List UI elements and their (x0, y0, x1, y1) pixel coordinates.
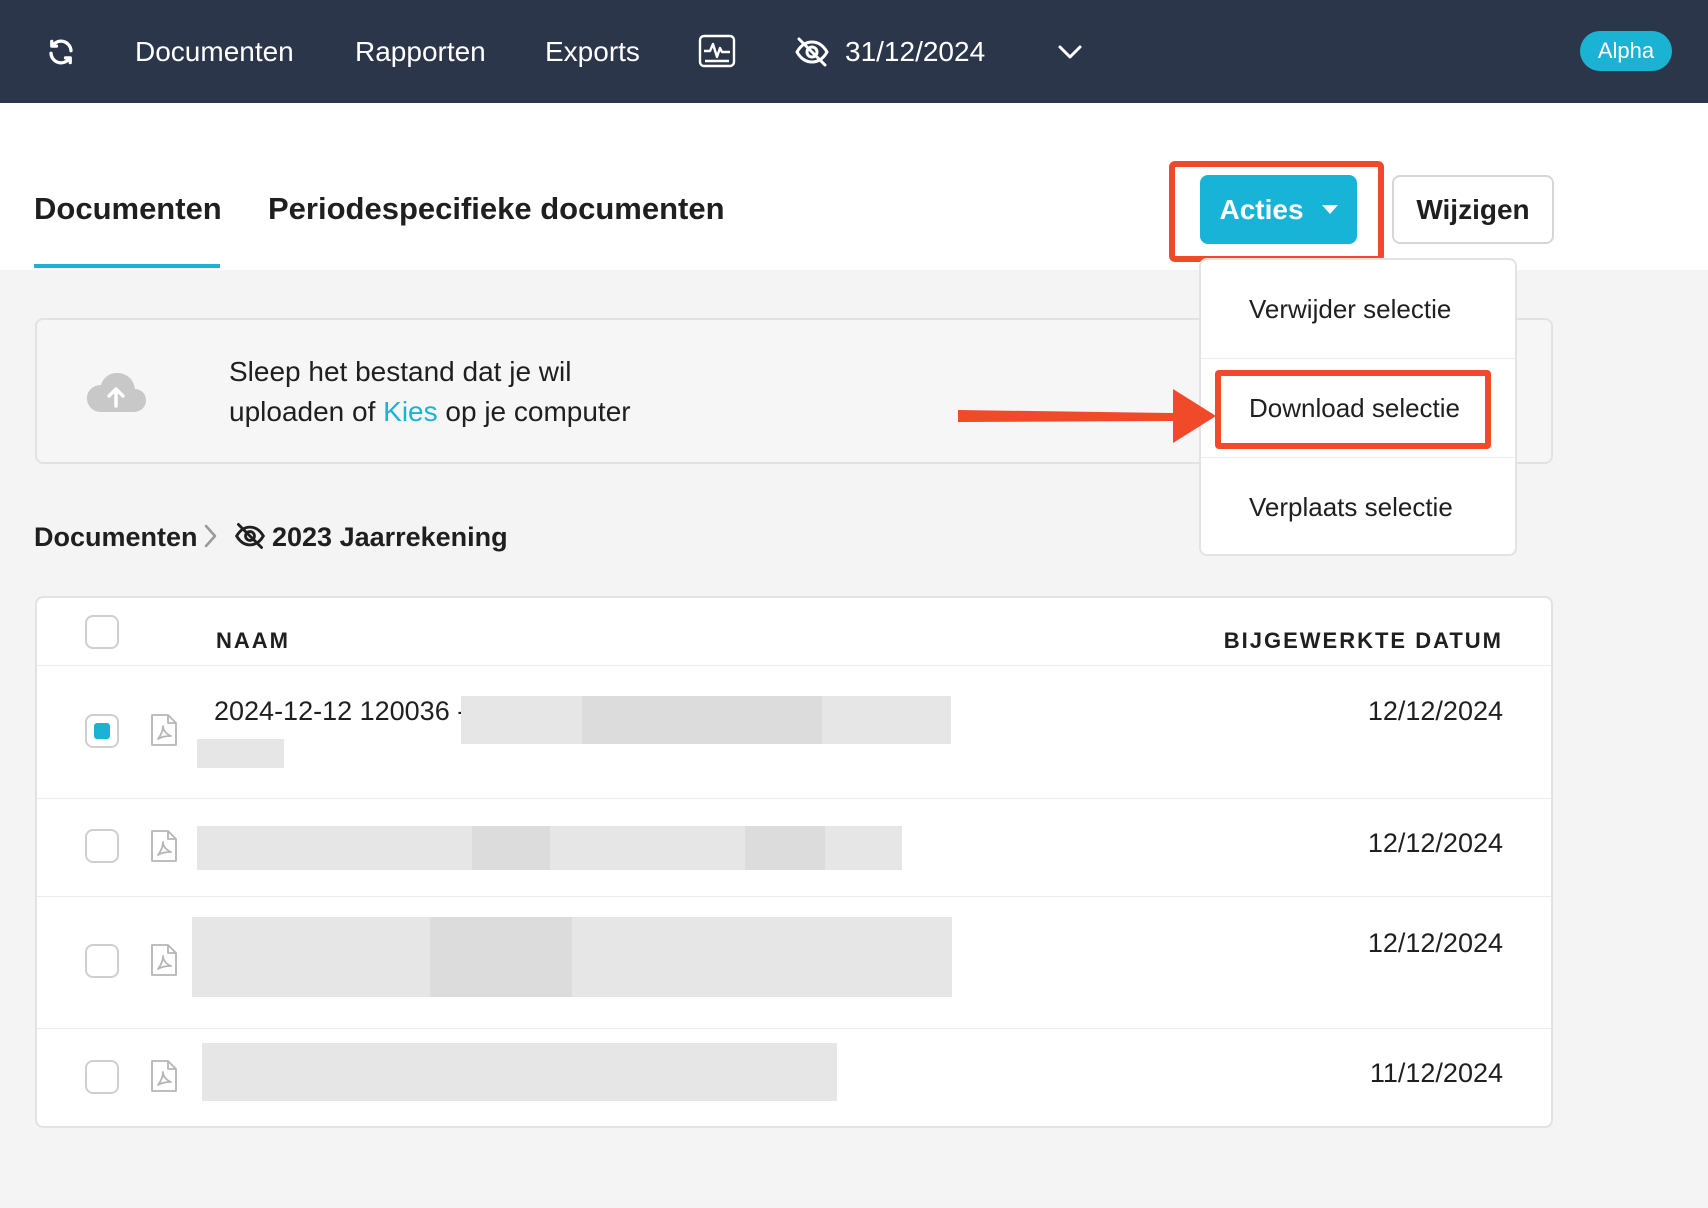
environment-badge: Alpha (1580, 31, 1672, 71)
row-divider (37, 798, 1551, 799)
upload-line-2: uploaden of Kies op je computer (229, 392, 631, 432)
upload-line-2-pre: uploaden of (229, 396, 376, 427)
row-checkbox[interactable] (85, 944, 119, 978)
nav-link-exports[interactable]: Exports (545, 0, 640, 103)
redacted-text (745, 826, 825, 870)
pdf-file-icon (150, 1059, 178, 1098)
breadcrumb-current-folder[interactable]: 2023 Jaarrekening (272, 519, 508, 555)
redacted-text (202, 1043, 837, 1101)
chevron-right-icon (203, 522, 219, 555)
pdf-file-icon (150, 713, 178, 752)
refresh-icon[interactable] (46, 0, 76, 103)
menu-divider (1201, 457, 1515, 458)
eye-slash-icon (234, 522, 266, 555)
column-header-bijgewerkte-datum[interactable]: BIJGEWERKTE DATUM (1224, 628, 1503, 654)
eye-slash-icon (794, 0, 830, 103)
row-name[interactable]: 2024-12-12 120036 - (214, 696, 466, 727)
row-date: 12/12/2024 (1367, 696, 1503, 726)
redacted-text (430, 917, 572, 997)
activity-monitor-icon[interactable] (698, 0, 736, 103)
redacted-text (192, 917, 952, 997)
row-divider (37, 665, 1551, 666)
row-checkbox[interactable] (85, 1060, 119, 1094)
pdf-file-icon (150, 943, 178, 982)
active-tab-indicator (34, 264, 220, 268)
documents-table: NAAM BIJGEWERKTE DATUM 2024-12-12 120036… (35, 596, 1553, 1128)
kies-link[interactable]: Kies (383, 396, 437, 427)
cloud-upload-icon (85, 370, 147, 419)
tab-periodespecifieke-documenten[interactable]: Periodespecifieke documenten (268, 191, 725, 227)
nav-link-documenten[interactable]: Documenten (135, 0, 294, 103)
row-divider (37, 896, 1551, 897)
pdf-file-icon (150, 829, 178, 868)
redacted-text (197, 739, 284, 768)
upload-line-2-post: op je computer (445, 396, 631, 427)
nav-link-rapporten[interactable]: Rapporten (355, 0, 486, 103)
column-header-naam[interactable]: NAAM (216, 628, 290, 654)
date-selector-value[interactable]: 31/12/2024 (845, 0, 985, 103)
top-navbar: Documenten Rapporten Exports 31/12/2024 … (0, 0, 1708, 103)
chevron-down-icon[interactable] (1057, 0, 1083, 103)
redacted-text (472, 826, 550, 870)
redacted-text (582, 696, 822, 744)
row-date: 11/12/2024 (1369, 1058, 1503, 1088)
row-checkbox[interactable] (85, 714, 119, 748)
row-divider (37, 1028, 1551, 1029)
select-all-checkbox[interactable] (85, 615, 119, 649)
row-checkbox[interactable] (85, 829, 119, 863)
tab-documenten[interactable]: Documenten (34, 191, 222, 227)
breadcrumb-root[interactable]: Documenten (34, 519, 198, 555)
menu-divider (1201, 358, 1515, 359)
wijzigen-button[interactable]: Wijzigen (1392, 175, 1554, 244)
row-date: 12/12/2024 (1367, 828, 1503, 858)
download-highlight-box (1215, 370, 1491, 449)
menu-item-verplaats-selectie[interactable]: Verplaats selectie (1249, 492, 1453, 523)
row-date: 12/12/2024 (1367, 928, 1503, 958)
menu-item-verwijder-selectie[interactable]: Verwijder selectie (1249, 294, 1451, 325)
upload-instructions: Sleep het bestand dat je wil uploaden of… (229, 352, 631, 432)
acties-highlight-box (1169, 161, 1384, 262)
upload-line-1: Sleep het bestand dat je wil (229, 356, 572, 387)
annotation-arrow-icon (958, 387, 1218, 450)
